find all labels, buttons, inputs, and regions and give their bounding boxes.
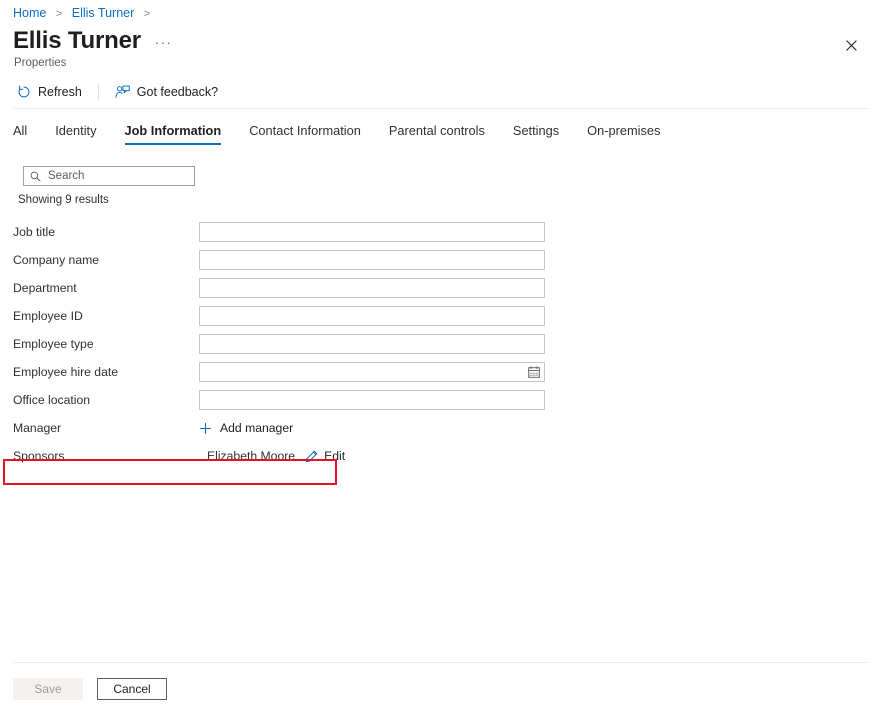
- sponsors-edit-button[interactable]: Edit: [305, 449, 345, 463]
- title-row: Ellis Turner ···: [13, 26, 172, 55]
- field-row-sponsors: Sponsors Elizabeth Moore Edit: [0, 442, 881, 470]
- refresh-icon: [17, 85, 31, 99]
- sponsors-value: Elizabeth Moore: [207, 449, 295, 463]
- company-name-label: Company name: [13, 253, 199, 267]
- page-subtitle: Properties: [14, 56, 66, 71]
- sponsors-label: Sponsors: [13, 449, 199, 463]
- tab-identity[interactable]: Identity: [55, 119, 96, 145]
- employee-type-input[interactable]: [199, 334, 545, 354]
- refresh-label: Refresh: [38, 85, 82, 99]
- field-row-employee-id: Employee ID: [0, 302, 881, 330]
- tab-parental-controls[interactable]: Parental controls: [389, 119, 485, 145]
- sponsors-value-group: Elizabeth Moore Edit: [207, 449, 345, 463]
- employee-id-input[interactable]: [199, 306, 545, 326]
- job-title-label: Job title: [13, 225, 199, 239]
- page-title: Ellis Turner: [13, 26, 141, 55]
- company-name-input[interactable]: [199, 250, 545, 270]
- user-properties-page: Home > Ellis Turner > Ellis Turner ··· P…: [0, 0, 881, 714]
- breadcrumb-separator-icon: >: [144, 8, 150, 20]
- got-feedback-button[interactable]: Got feedback?: [111, 83, 222, 101]
- person-feedback-icon: [115, 85, 130, 99]
- results-count: Showing 9 results: [18, 194, 109, 206]
- pencil-icon: [305, 450, 318, 463]
- footer-divider: [13, 662, 868, 663]
- department-label: Department: [13, 281, 199, 295]
- search-input[interactable]: [48, 170, 188, 182]
- office-location-label: Office location: [13, 393, 199, 407]
- footer-actions: Save Cancel: [13, 678, 167, 700]
- command-bar-divider: [98, 84, 99, 100]
- manager-label: Manager: [13, 421, 199, 435]
- employee-hire-date-wrap: [199, 362, 545, 382]
- tab-all[interactable]: All: [13, 119, 27, 145]
- add-manager-button[interactable]: Add manager: [199, 421, 293, 435]
- office-location-input[interactable]: [199, 390, 545, 410]
- department-input[interactable]: [199, 278, 545, 298]
- close-icon: [846, 40, 857, 51]
- employee-id-label: Employee ID: [13, 309, 199, 323]
- header-divider: [13, 108, 868, 109]
- job-information-form: Job title Company name Department Employ…: [0, 218, 881, 470]
- employee-type-label: Employee type: [13, 337, 199, 351]
- breadcrumb-item-home[interactable]: Home: [13, 6, 46, 20]
- search-box[interactable]: [23, 166, 195, 186]
- tab-contact-information[interactable]: Contact Information: [249, 119, 361, 145]
- field-row-job-title: Job title: [0, 218, 881, 246]
- breadcrumb: Home > Ellis Turner >: [13, 5, 156, 22]
- plus-icon: [199, 422, 212, 435]
- cancel-button[interactable]: Cancel: [97, 678, 167, 700]
- field-row-department: Department: [0, 274, 881, 302]
- close-button[interactable]: [837, 31, 865, 59]
- add-manager-label: Add manager: [220, 421, 293, 435]
- overflow-menu-icon[interactable]: ···: [155, 35, 173, 55]
- field-row-office-location: Office location: [0, 386, 881, 414]
- field-row-employee-hire-date: Employee hire date: [0, 358, 881, 386]
- refresh-button[interactable]: Refresh: [13, 83, 86, 101]
- save-button[interactable]: Save: [13, 678, 83, 700]
- sponsors-edit-label: Edit: [324, 449, 345, 463]
- calendar-icon[interactable]: [528, 366, 540, 378]
- breadcrumb-item-ellis-turner[interactable]: Ellis Turner: [72, 6, 135, 20]
- field-row-company-name: Company name: [0, 246, 881, 274]
- tab-job-information[interactable]: Job Information: [125, 119, 222, 145]
- tab-bar: All Identity Job Information Contact Inf…: [13, 119, 688, 145]
- field-row-manager: Manager Add manager: [0, 414, 881, 442]
- employee-hire-date-input[interactable]: [199, 362, 545, 382]
- command-bar: Refresh Got feedback?: [13, 80, 222, 104]
- tab-on-premises[interactable]: On-premises: [587, 119, 660, 145]
- job-title-input[interactable]: [199, 222, 545, 242]
- breadcrumb-separator-icon: >: [56, 8, 62, 20]
- employee-hire-date-label: Employee hire date: [13, 365, 199, 379]
- tab-settings[interactable]: Settings: [513, 119, 559, 145]
- search-icon: [30, 171, 41, 182]
- got-feedback-label: Got feedback?: [137, 85, 218, 99]
- field-row-employee-type: Employee type: [0, 330, 881, 358]
